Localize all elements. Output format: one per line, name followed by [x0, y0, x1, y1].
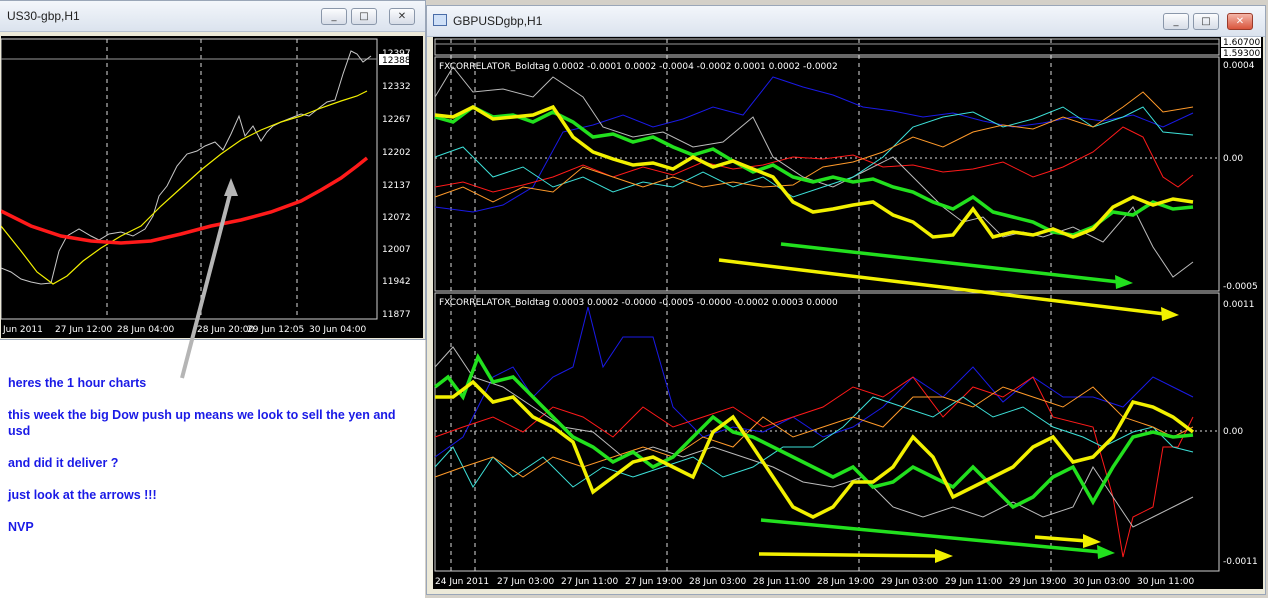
gbpusd-chart-window[interactable]: GBPUSDgbp,H1 _ □ ✕ FXCORRELATOR_Boldtag … — [426, 5, 1266, 595]
gbp-time-10: 29 Jun 19:00 — [1009, 577, 1066, 587]
panel2-header: FXCORRELATOR_Boldtag 0.0003 0.0002 -0.00… — [439, 298, 838, 308]
gray-pointer-arrow — [180, 178, 238, 379]
gbpusd-chart-area[interactable]: FXCORRELATOR_Boldtag 0.0002 -0.0001 0.00… — [433, 37, 1263, 589]
gbp-time-12: 30 Jun 11:00 — [1137, 577, 1194, 587]
gbp-time-6: 28 Jun 11:00 — [753, 577, 810, 587]
gbp-time-5: 28 Jun 03:00 — [689, 577, 746, 587]
minimize-button[interactable]: _ — [1163, 13, 1189, 30]
price-top-1: 1.60700 — [1223, 38, 1260, 48]
panel1-scale-top: 0.0004 — [1223, 61, 1255, 71]
panel2-scale-zero: 0.00 — [1223, 427, 1243, 437]
gbpusd-window-title: GBPUSDgbp,H1 — [453, 14, 543, 28]
gbpusd-titlebar[interactable]: GBPUSDgbp,H1 _ □ ✕ — [427, 6, 1265, 37]
close-button[interactable]: ✕ — [1227, 13, 1253, 30]
panel1-header: FXCORRELATOR_Boldtag 0.0002 -0.0001 0.00… — [439, 62, 838, 72]
gbp-time-3: 27 Jun 11:00 — [561, 577, 618, 587]
gbp-time-1: 24 Jun 2011 — [435, 577, 489, 587]
panel2-scale-top: 0.0011 — [1223, 300, 1255, 310]
gbp-time-4: 27 Jun 19:00 — [625, 577, 682, 587]
panel2-scale-bottom: -0.0011 — [1223, 557, 1258, 567]
chart-window-icon — [433, 14, 447, 26]
gbp-time-9: 29 Jun 11:00 — [945, 577, 1002, 587]
price-top-2: 1.59300 — [1223, 49, 1260, 59]
gbp-time-7: 28 Jun 19:00 — [817, 577, 874, 587]
gbp-time-2: 27 Jun 03:00 — [497, 577, 554, 587]
gbp-time-8: 29 Jun 03:00 — [881, 577, 938, 587]
panel1-scale-zero: 0.00 — [1223, 154, 1243, 164]
gbpusd-chart-svg: FXCORRELATOR_Boldtag 0.0002 -0.0001 0.00… — [433, 37, 1261, 587]
panel1-scale-bottom: -0.0005 — [1223, 282, 1258, 292]
gbp-time-11: 30 Jun 03:00 — [1073, 577, 1130, 587]
maximize-button[interactable]: □ — [1193, 13, 1219, 30]
